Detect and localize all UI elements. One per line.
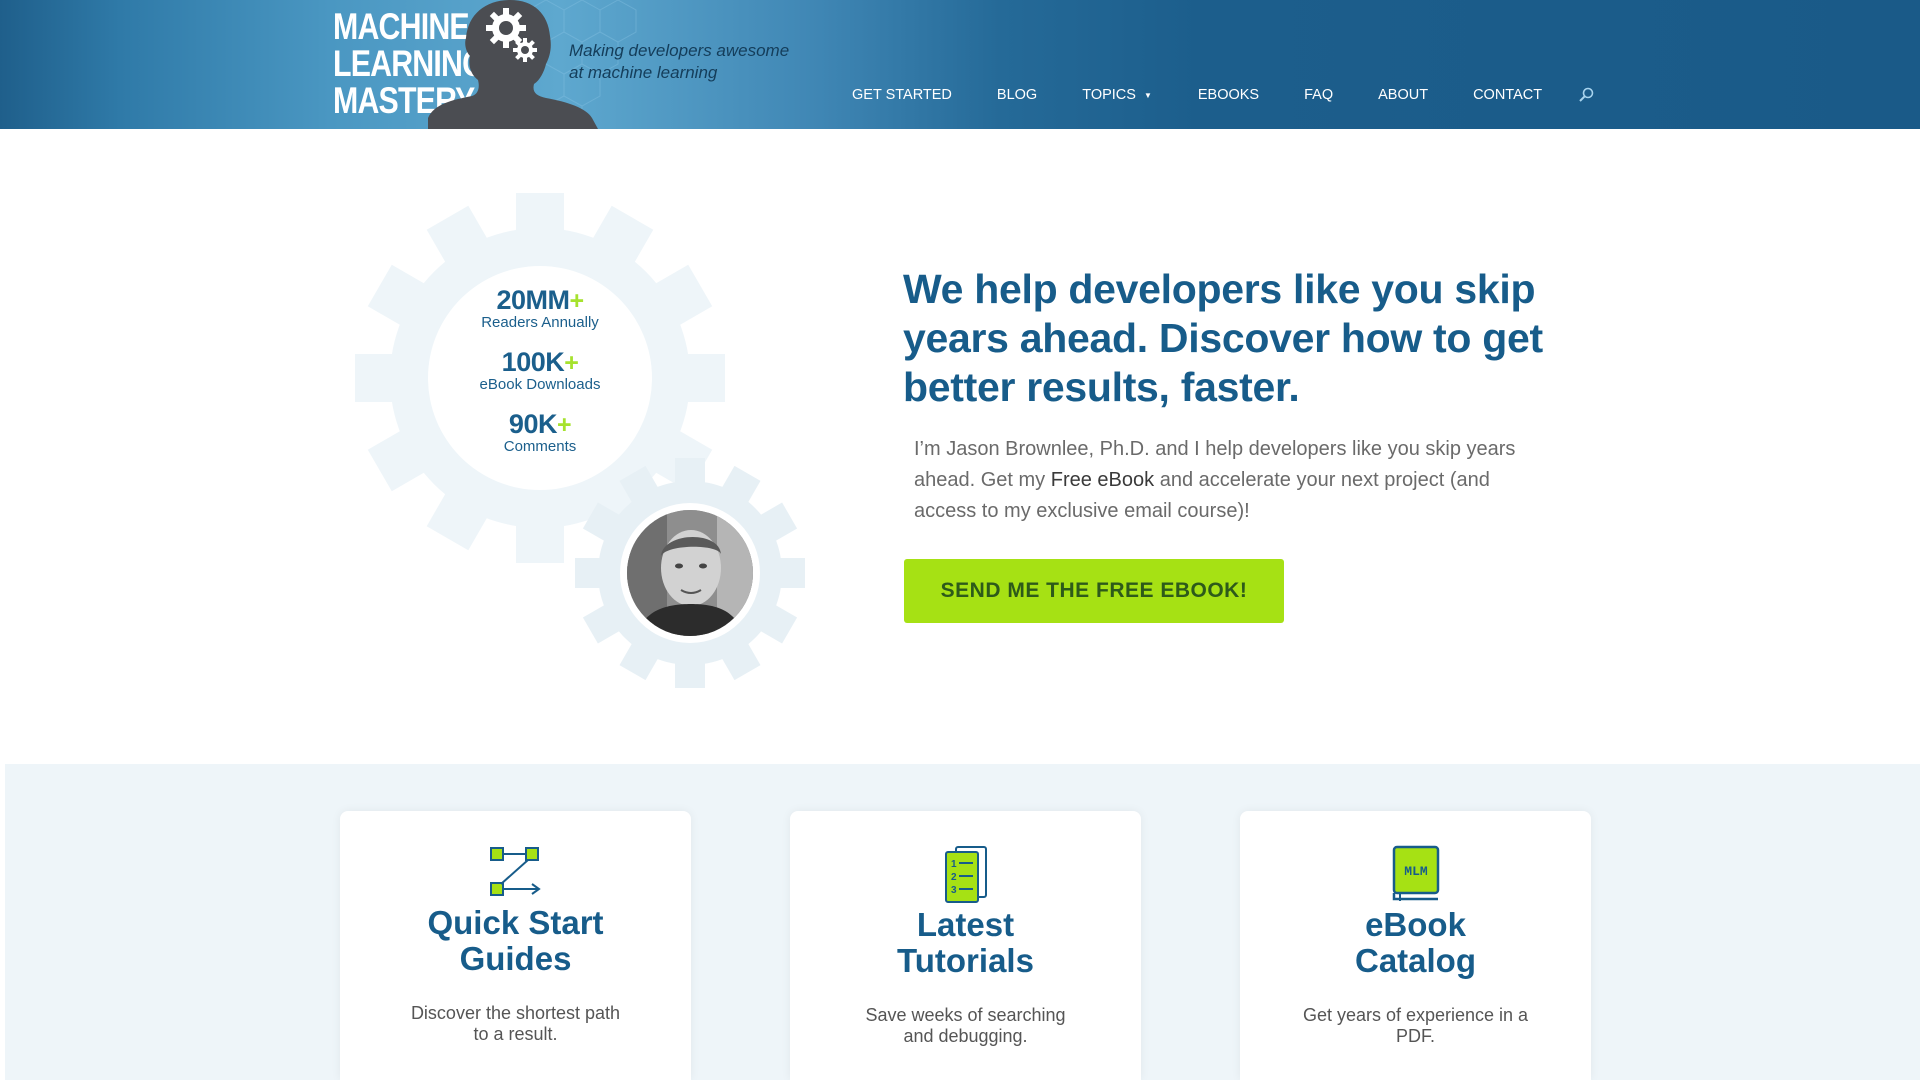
card-title: Quick Start Guides [340,905,691,977]
nav-faq[interactable]: FAQ [1304,87,1333,103]
stat-number: 100K+ [440,348,640,377]
nav-topics[interactable]: TOPICS ▼ [1082,87,1152,103]
svg-text:3: 3 [951,885,957,896]
stat-label: Readers Annually [481,314,599,331]
search-icon[interactable] [1578,87,1594,103]
card-title-line-2: Guides [459,940,572,977]
nav-get-started[interactable]: GET STARTED [852,87,952,103]
site-stats: 20MM+ Readers Annually 100K+ eBook Downl… [440,286,640,472]
stat-comments: 90K+ Comments [440,410,640,455]
author-avatar [627,510,753,636]
tagline-line-1: Making developers awesome [569,41,790,60]
site-tagline: Making developers awesome at machine lea… [569,40,829,84]
card-desc-line-2: to a result. [473,1024,558,1044]
card-title-line-1: Quick Start [427,904,604,941]
book-icon: MLM [1392,845,1439,901]
nav-contact[interactable]: CONTACT [1473,87,1542,103]
card-title-line-1: eBook [1365,906,1466,943]
card-desc-line-1: Discover the shortest path [410,1003,621,1023]
person-portrait-icon [627,510,753,636]
svg-text:2: 2 [951,872,957,883]
stat-downloads: 100K+ eBook Downloads [440,348,640,393]
free-ebook-link[interactable]: Free eBook [1051,469,1154,491]
stat-value: 20MM [496,285,570,315]
card-desc-line-1: Save weeks of searching [865,1005,1066,1025]
book-icon-label: MLM [1404,864,1428,879]
free-ebook-button[interactable]: SEND ME THE FREE EBOOK! [904,559,1284,623]
card-ebook-catalog[interactable]: MLM eBook Catalog Get years of experienc… [1240,811,1591,1080]
svg-text:1: 1 [951,859,957,870]
path-icon [489,847,541,896]
site-header: MACHINE LEARNING MASTERY Making develope… [0,0,1920,129]
stat-value: 100K [501,347,565,377]
nav-topics-label: TOPICS [1082,87,1136,103]
stat-label: Comments [503,438,577,455]
card-desc-line-2: and debugging. [903,1026,1028,1046]
nav-blog[interactable]: BLOG [997,87,1037,103]
card-title-line-2: Tutorials [897,942,1034,979]
plus-icon: + [556,411,572,439]
main-nav: GET STARTED BLOG TOPICS ▼ EBOOKS FAQ ABOU… [852,87,1594,103]
card-desc-line-2: PDF. [1395,1026,1435,1046]
plus-icon: + [569,287,584,315]
nav-about[interactable]: ABOUT [1378,87,1428,103]
stat-readers: 20MM+ Readers Annually [440,286,640,331]
card-quick-start[interactable]: Quick Start Guides Discover the shortest… [340,811,691,1080]
nav-ebooks[interactable]: EBOOKS [1198,87,1259,103]
card-latest-tutorials[interactable]: 1 2 3 Latest Tutorials Save weeks of searc… [790,811,1141,1080]
card-title-line-1: Latest [916,906,1015,943]
card-desc-line-1: Get years of experience in a [1302,1005,1529,1025]
hero-title: We help developers like you skip years a… [903,266,1543,410]
stat-label: eBook Downloads [479,376,601,393]
hero-description: I’m Jason Brownlee, Ph.D. and I help dev… [914,434,1554,527]
plus-icon: + [564,349,579,377]
numbered-list-icon: 1 2 3 [944,846,987,903]
stat-number: 20MM+ [440,286,640,315]
caret-down-icon: ▼ [1143,90,1152,100]
card-title: Latest Tutorials [790,907,1141,979]
card-description: Discover the shortest path to a result. [340,1003,691,1045]
card-title: eBook Catalog [1240,907,1591,979]
card-description: Get years of experience in a PDF. [1240,1005,1591,1047]
card-description: Save weeks of searching and debugging. [790,1005,1141,1047]
card-title-line-2: Catalog [1354,942,1476,979]
stat-number: 90K+ [440,410,640,439]
stat-value: 90K [508,409,558,439]
tagline-line-2: at machine learning [569,63,718,82]
